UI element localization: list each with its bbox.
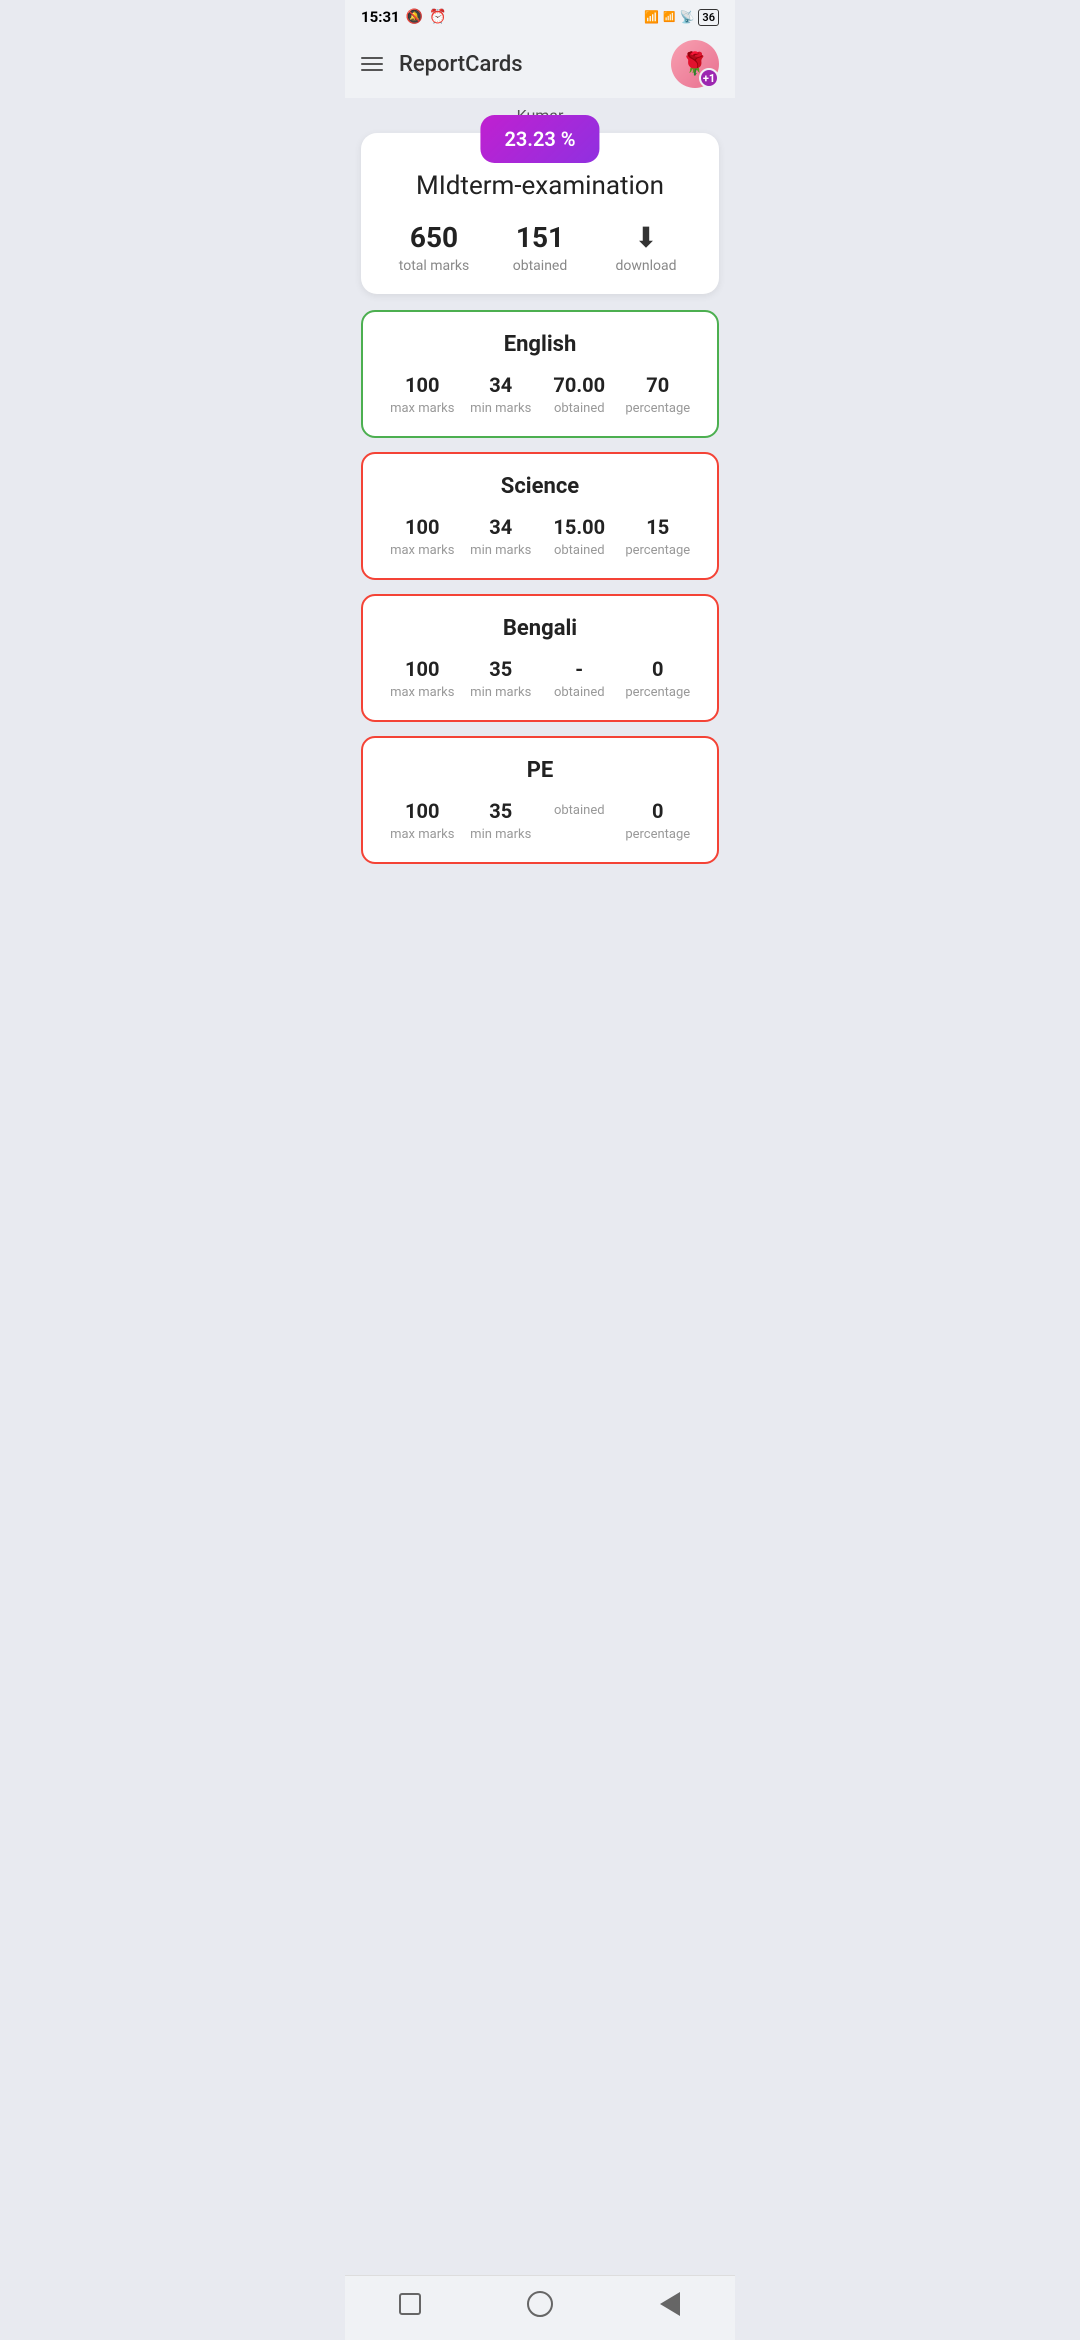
min-marks-stat-3: 35 min marks: [462, 799, 541, 842]
home-button[interactable]: [524, 2288, 556, 2320]
download-label: download: [593, 258, 699, 274]
percentage-value-2: 0: [619, 657, 698, 681]
summary-stats: 650 total marks 151 obtained ⬇ download: [381, 221, 699, 274]
max-marks-stat-0: 100 max marks: [383, 373, 462, 416]
obtained-stat-1: 15.00 obtained: [540, 515, 619, 558]
percentage-label-2: percentage: [619, 685, 698, 700]
subject-card-bengali: Bengali 100 max marks 35 min marks - obt…: [361, 594, 719, 722]
percentage-label-0: percentage: [619, 401, 698, 416]
max-marks-value-3: 100: [383, 799, 462, 823]
subject-card-science: Science 100 max marks 34 min marks 15.00…: [361, 452, 719, 580]
navbar-left: ReportCards: [361, 52, 523, 77]
min-marks-value-2: 35: [462, 657, 541, 681]
back-icon: [660, 2292, 680, 2316]
min-marks-stat-2: 35 min marks: [462, 657, 541, 700]
max-marks-label-1: max marks: [383, 543, 462, 558]
obtained-label-2: obtained: [540, 685, 619, 700]
max-marks-label-2: max marks: [383, 685, 462, 700]
summary-card: 23.23 % MIdterm-examination 650 total ma…: [361, 133, 719, 294]
subject-stats-3: 100 max marks 35 min marks obtained 0 pe…: [383, 799, 697, 842]
max-marks-stat-3: 100 max marks: [383, 799, 462, 842]
app-title: ReportCards: [399, 52, 523, 77]
percentage-badge: 23.23 %: [480, 115, 599, 163]
previous-button[interactable]: [654, 2288, 686, 2320]
min-marks-label-2: min marks: [462, 685, 541, 700]
subject-card-pe: PE 100 max marks 35 min marks obtained 0…: [361, 736, 719, 864]
min-marks-value-0: 34: [462, 373, 541, 397]
subject-name-0: English: [383, 332, 697, 357]
subject-stats-0: 100 max marks 34 min marks 70.00 obtaine…: [383, 373, 697, 416]
wifi-icon: 📡: [679, 10, 694, 24]
main-content: Kumar 23.23 % MIdterm-examination 650 to…: [345, 98, 735, 894]
obtained-value-1: 15.00: [540, 515, 619, 539]
subject-stats-1: 100 max marks 34 min marks 15.00 obtaine…: [383, 515, 697, 558]
subject-card-english: English 100 max marks 34 min marks 70.00…: [361, 310, 719, 438]
subject-name-3: PE: [383, 758, 697, 783]
obtained-label-1: obtained: [540, 543, 619, 558]
percentage-stat-2: 0 percentage: [619, 657, 698, 700]
percentage-stat-0: 70 percentage: [619, 373, 698, 416]
subject-name-1: Science: [383, 474, 697, 499]
obtained-value-2: -: [540, 657, 619, 681]
mute-icon: 🔕: [406, 9, 423, 25]
min-marks-label-1: min marks: [462, 543, 541, 558]
min-marks-label-3: min marks: [462, 827, 541, 842]
max-marks-stat-2: 100 max marks: [383, 657, 462, 700]
signal-icon-1: 📶: [644, 10, 659, 24]
total-marks-value: 650: [381, 221, 487, 254]
exam-title: MIdterm-examination: [381, 171, 699, 201]
total-marks-label: total marks: [381, 258, 487, 274]
obtained-label-3: obtained: [540, 803, 619, 818]
percentage-label-3: percentage: [619, 827, 698, 842]
avatar-button[interactable]: 🌹 +1: [671, 40, 719, 88]
status-bar: 15:31 🔕 ⏰ 📶 📶 📡 36: [345, 0, 735, 30]
subject-name-2: Bengali: [383, 616, 697, 641]
percentage-value-1: 15: [619, 515, 698, 539]
max-marks-value-1: 100: [383, 515, 462, 539]
obtained-marks-label: obtained: [487, 258, 593, 274]
min-marks-label-0: min marks: [462, 401, 541, 416]
alarm-icon: ⏰: [429, 9, 446, 25]
obtained-stat-0: 70.00 obtained: [540, 373, 619, 416]
max-marks-value-2: 100: [383, 657, 462, 681]
avatar-badge: +1: [699, 68, 719, 88]
stop-icon: [399, 2293, 421, 2315]
home-icon: [527, 2291, 553, 2317]
download-icon: ⬇: [593, 221, 699, 254]
percentage-value-3: 0: [619, 799, 698, 823]
signal-icon-2: 📶: [663, 12, 675, 23]
obtained-value-0: 70.00: [540, 373, 619, 397]
min-marks-stat-1: 34 min marks: [462, 515, 541, 558]
total-marks-stat: 650 total marks: [381, 221, 487, 274]
max-marks-label-3: max marks: [383, 827, 462, 842]
max-marks-value-0: 100: [383, 373, 462, 397]
obtained-marks-stat: 151 obtained: [487, 221, 593, 274]
percentage-stat-1: 15 percentage: [619, 515, 698, 558]
status-time: 15:31: [361, 8, 400, 26]
subjects-list: English 100 max marks 34 min marks 70.00…: [361, 310, 719, 864]
subject-stats-2: 100 max marks 35 min marks - obtained 0 …: [383, 657, 697, 700]
navbar: ReportCards 🌹 +1: [345, 30, 735, 98]
status-left: 15:31 🔕 ⏰: [361, 8, 447, 26]
percentage-value-0: 70: [619, 373, 698, 397]
min-marks-value-3: 35: [462, 799, 541, 823]
battery-indicator: 36: [698, 9, 719, 26]
download-stat[interactable]: ⬇ download: [593, 221, 699, 274]
min-marks-stat-0: 34 min marks: [462, 373, 541, 416]
obtained-marks-value: 151: [487, 221, 593, 254]
percentage-stat-3: 0 percentage: [619, 799, 698, 842]
obtained-label-0: obtained: [540, 401, 619, 416]
max-marks-stat-1: 100 max marks: [383, 515, 462, 558]
min-marks-value-1: 34: [462, 515, 541, 539]
status-icons-right: 📶 📶 📡 36: [644, 9, 719, 26]
obtained-stat-3: obtained: [540, 799, 619, 818]
obtained-stat-2: - obtained: [540, 657, 619, 700]
back-button[interactable]: [394, 2288, 426, 2320]
hamburger-menu[interactable]: [361, 57, 383, 71]
percentage-label-1: percentage: [619, 543, 698, 558]
bottom-nav: [345, 2275, 735, 2340]
max-marks-label-0: max marks: [383, 401, 462, 416]
